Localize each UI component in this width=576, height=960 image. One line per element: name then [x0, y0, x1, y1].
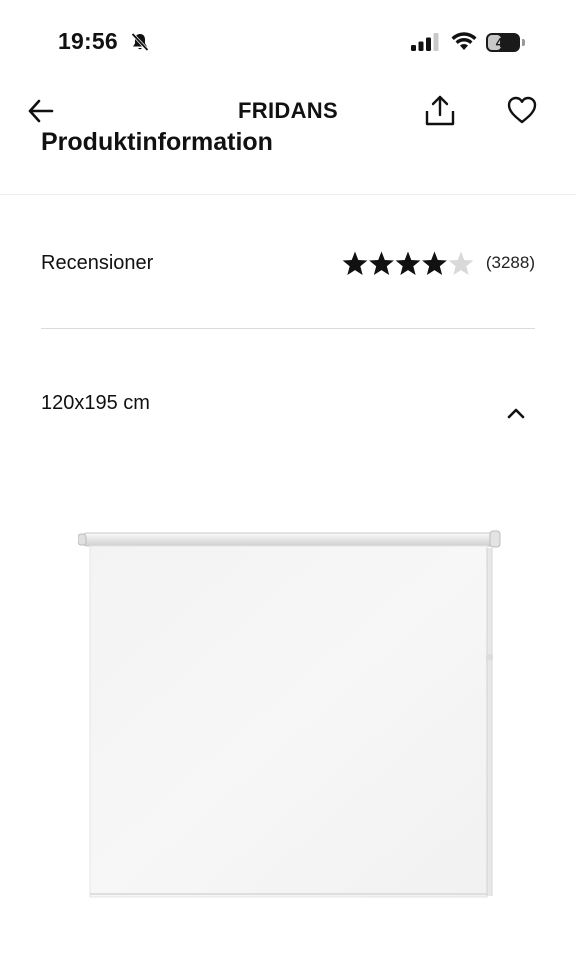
star-filled-icon	[342, 251, 368, 276]
reviews-label: Recensioner	[41, 252, 154, 274]
divider	[41, 328, 535, 329]
chevron-up-icon[interactable]	[504, 404, 528, 422]
size-label: 120x195 cm	[41, 392, 150, 414]
battery-icon: 43	[486, 33, 526, 52]
reviews-row[interactable]: Recensioner (3288)	[41, 232, 535, 296]
bell-off-icon	[131, 32, 149, 52]
size-selector[interactable]: 120x195 cm	[41, 380, 535, 430]
star-empty-icon	[448, 251, 474, 276]
star-filled-icon	[369, 251, 394, 276]
status-bar: 19:56 43	[0, 0, 576, 86]
rating-stars	[342, 251, 474, 276]
heart-icon[interactable]	[506, 95, 538, 125]
section-heading: Produktinformation	[41, 128, 273, 156]
wifi-icon	[451, 32, 477, 50]
review-count: (3288)	[485, 253, 535, 272]
page-title: FRIDANS	[238, 98, 338, 123]
share-icon[interactable]	[423, 94, 457, 128]
product-image	[78, 530, 501, 898]
nav-header: Produktinformation FRIDANS	[0, 86, 576, 195]
status-time: 19:56	[58, 28, 118, 54]
star-filled-icon	[395, 251, 421, 276]
star-filled-icon	[422, 251, 447, 276]
signal-icon	[411, 33, 439, 51]
battery-percentage: 43	[495, 35, 511, 50]
